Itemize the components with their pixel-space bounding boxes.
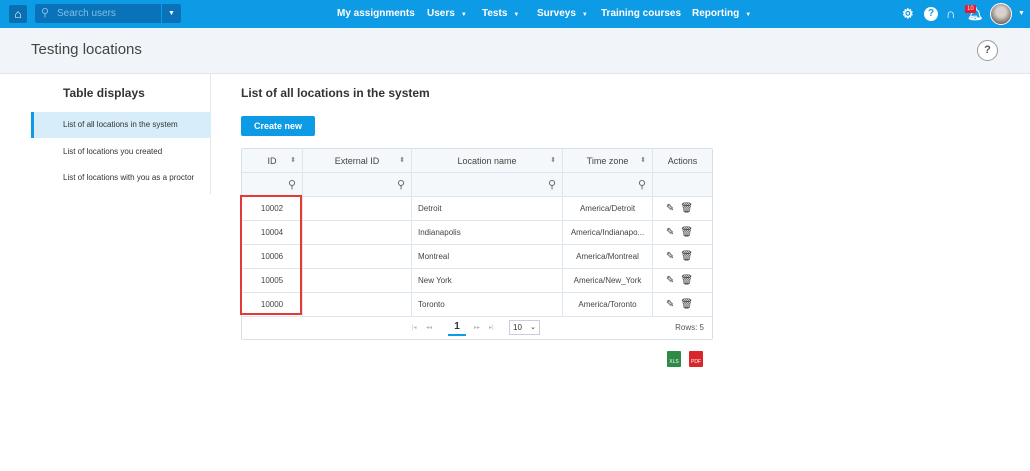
sidebar-item-created-locations[interactable]: List of locations you created [31, 139, 211, 165]
prev-page-icon[interactable]: ◂◂ [426, 317, 432, 339]
menu-users[interactable]: Users ▼ [427, 0, 467, 28]
excel-export-icon[interactable]: XLS [667, 351, 681, 367]
sidebar-item-all-locations[interactable]: List of all locations in the system [31, 112, 211, 138]
edit-icon[interactable]: ✎ [666, 251, 680, 262]
table-footer: |◂ ◂◂ 1 ▸▸ ▸| 10 ⌄ Rows: 5 [242, 317, 712, 339]
create-new-button[interactable]: Create new [241, 116, 315, 136]
sort-icon: ⬍ [640, 157, 646, 164]
search-users-input[interactable]: ⚲ Search users ▼ [35, 4, 181, 23]
cell-external-id [303, 197, 412, 221]
cell-location-name: Toronto [412, 293, 563, 317]
filter-id[interactable]: ⚲ [242, 173, 303, 197]
cell-location-name: Montreal [412, 245, 563, 269]
column-header-location-name[interactable]: Location name ⬍ [412, 149, 563, 173]
sidebar: Table displays List of all locations in … [0, 74, 211, 194]
edit-icon[interactable]: ✎ [666, 299, 680, 310]
search-dropdown-button[interactable]: ▼ [161, 4, 181, 23]
sidebar-title: Table displays [63, 86, 145, 100]
filter-location-name[interactable]: ⚲ [412, 173, 563, 197]
column-header-time-zone[interactable]: Time zone ⬍ [563, 149, 653, 173]
menu-tests[interactable]: Tests ▼ [482, 0, 519, 28]
search-icon: ⚲ [41, 7, 50, 19]
next-page-icon[interactable]: ▸▸ [474, 317, 480, 339]
notification-badge: 10 [965, 5, 976, 13]
home-icon[interactable]: ⌂ [9, 5, 27, 23]
trash-icon[interactable]: 🗑︎ [680, 227, 699, 238]
cell-time-zone: America/Montreal [563, 245, 653, 269]
locations-table: ID ⬍ External ID ⬍ Location name ⬍ Time zon… [241, 148, 713, 340]
sort-icon: ⬍ [399, 157, 405, 164]
current-page[interactable]: 1 [448, 320, 466, 336]
trash-icon[interactable]: 🗑︎ [680, 275, 699, 286]
filter-row: ⚲ ⚲ ⚲ ⚲ [242, 173, 712, 197]
search-icon: ⚲ [396, 179, 405, 191]
search-icon: ⚲ [637, 179, 646, 191]
trash-icon[interactable]: 🗑︎ [680, 203, 699, 214]
sort-icon: ⬍ [550, 157, 556, 164]
first-page-icon[interactable]: |◂ [412, 317, 417, 339]
page-size-select[interactable]: 10 ⌄ [509, 320, 540, 335]
table-header: ID ⬍ External ID ⬍ Location name ⬍ Time zon… [242, 149, 712, 173]
search-icon: ⚲ [287, 179, 296, 191]
cell-external-id [303, 245, 412, 269]
rows-count: Rows: 5 [675, 323, 704, 332]
column-header-actions: Actions [667, 156, 698, 166]
sort-icon: ⬍ [290, 157, 296, 164]
top-navbar: ⌂ ⚲ Search users ▼ My assignments Users ▼ T… [0, 0, 1030, 28]
menu-my-assignments[interactable]: My assignments [337, 0, 415, 28]
search-icon: ⚲ [547, 179, 556, 191]
table-row: 10006 Montreal America/Montreal ✎🗑︎ [242, 245, 712, 269]
cell-location-name: New York [412, 269, 563, 293]
cell-external-id [303, 293, 412, 317]
menu-reporting[interactable]: Reporting ▼ [692, 0, 751, 28]
cell-time-zone: America/Toronto [563, 293, 653, 317]
table-row: 10002 Detroit America/Detroit ✎🗑︎ [242, 197, 712, 221]
edit-icon[interactable]: ✎ [666, 203, 680, 214]
edit-icon[interactable]: ✎ [666, 227, 680, 238]
cell-time-zone: America/Indianapo... [563, 221, 653, 245]
cell-location-name: Detroit [412, 197, 563, 221]
edit-icon[interactable]: ✎ [666, 275, 680, 286]
page-header: Testing locations ? [0, 28, 1030, 74]
sidebar-item-proctor-locations[interactable]: List of locations with you as a proctor [31, 165, 211, 191]
cell-time-zone: America/Detroit [563, 197, 653, 221]
headset-icon[interactable]: ∩ [946, 6, 955, 22]
cell-location-name: Indianapolis [412, 221, 563, 245]
table-row: 10004 Indianapolis America/Indianapo... … [242, 221, 712, 245]
cell-time-zone: America/New_York [563, 269, 653, 293]
avatar[interactable] [990, 3, 1012, 25]
menu-training-courses[interactable]: Training courses [601, 0, 681, 28]
table-row: 10000 Toronto America/Toronto ✎🗑︎ [242, 293, 712, 317]
filter-external-id[interactable]: ⚲ [303, 173, 412, 197]
id-column-highlight [240, 195, 302, 315]
trash-icon[interactable]: 🗑︎ [680, 251, 699, 262]
chevron-down-icon[interactable]: ▼ [1018, 0, 1025, 28]
column-header-id[interactable]: ID ⬍ [242, 149, 303, 173]
page-title: Testing locations [31, 41, 142, 58]
column-header-external-id[interactable]: External ID ⬍ [303, 149, 412, 173]
section-title: List of all locations in the system [241, 86, 430, 100]
filter-time-zone[interactable]: ⚲ [563, 173, 653, 197]
menu-surveys[interactable]: Surveys ▼ [537, 0, 588, 28]
pdf-export-icon[interactable]: PDF [689, 351, 703, 367]
cell-external-id [303, 269, 412, 293]
cell-external-id [303, 221, 412, 245]
table-row: 10005 New York America/New_York ✎🗑︎ [242, 269, 712, 293]
last-page-icon[interactable]: ▸| [489, 317, 494, 339]
gear-icon[interactable]: ⚙ [902, 6, 914, 22]
trash-icon[interactable]: 🗑︎ [680, 299, 699, 310]
help-button[interactable]: ? [977, 40, 998, 61]
help-icon[interactable]: ? [924, 7, 938, 21]
